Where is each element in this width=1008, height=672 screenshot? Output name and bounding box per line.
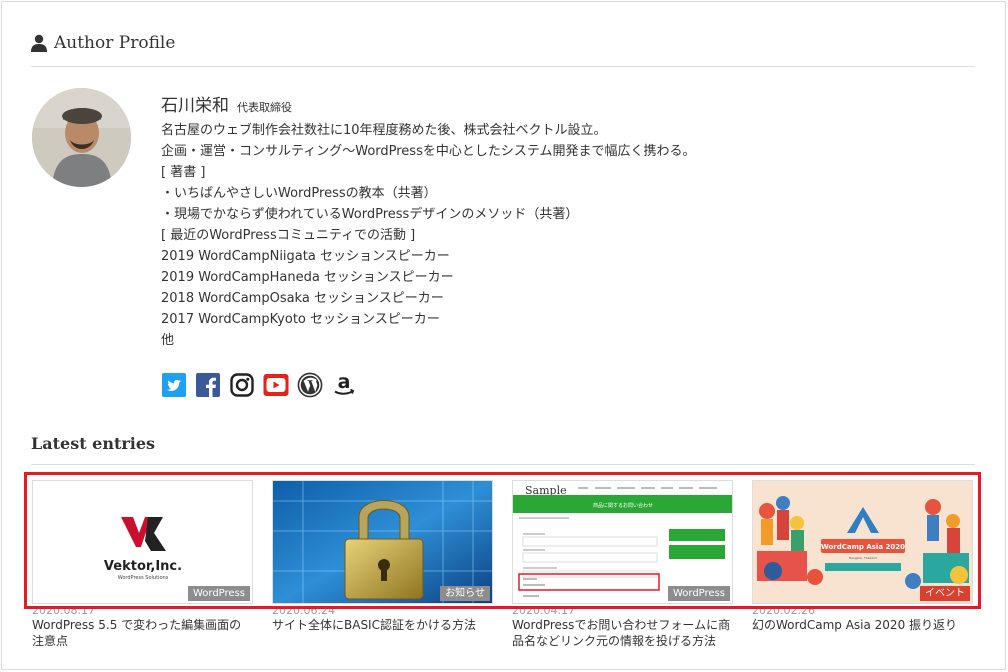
entry-card[interactable]: Vektor,Inc. WordPress Solutions WordPres… [32, 480, 253, 649]
bio-line: [ 最近のWordPressコミュニティでの活動 ] [161, 228, 416, 243]
latest-divider [31, 464, 975, 465]
heading-divider [31, 66, 975, 67]
entry-date: 2020.06.24 [272, 605, 335, 617]
entry-title[interactable]: サイト全体にBASIC認証をかける方法 [272, 617, 493, 633]
facebook-icon[interactable] [195, 372, 221, 398]
bio-line: 2019 WordCampNiigata セッションスピーカー [161, 249, 450, 264]
profile-heading-row: Author Profile [31, 33, 175, 53]
bio-line: ・現場でかならず使われているWordPressデザインのメソッド（共著） [161, 207, 579, 222]
bio-line: 名古屋のウェブ制作会社数社に10年程度務めた後、株式会社ベクトル設立。 [161, 123, 607, 138]
bio-line: 他 [161, 333, 175, 348]
entry-date: 2020.04.17 [512, 605, 575, 617]
twitter-icon[interactable] [161, 372, 187, 398]
entry-card[interactable]: お知らせ 2020.06.24 サイト全体にBASIC認証をかける方法 [272, 480, 493, 633]
author-name-row: 石川栄和 代表取締役 [161, 91, 292, 116]
social-links: a [161, 372, 357, 398]
sample-banner-text: 商品に関するお問い合わせ [593, 502, 653, 509]
wordcamp-place-text: Bangkok, Thailand [849, 556, 877, 560]
user-icon [31, 34, 47, 52]
entry-title[interactable]: WordPressでお問い合わせフォームに商品名などリンク元の情報を投げる方法 [512, 617, 733, 649]
wordpress-icon[interactable] [297, 372, 323, 398]
category-badge[interactable]: イベント [920, 586, 970, 601]
entry-date: 2020.02.26 [752, 605, 815, 617]
bio-line: ・いちばんやさしいWordPressの教本（共著） [161, 186, 437, 201]
author-role: 代表取締役 [237, 101, 292, 114]
profile-heading: Author Profile [54, 33, 176, 53]
latest-entries-heading: Latest entries [31, 434, 156, 453]
wordcamp-banner-text: WordCamp Asia 2020 [821, 543, 905, 551]
amazon-icon[interactable]: a [331, 372, 357, 398]
category-badge[interactable]: WordPress [667, 586, 730, 601]
category-badge[interactable]: WordPress [187, 586, 250, 601]
instagram-icon[interactable] [229, 372, 255, 398]
author-name: 石川栄和 [161, 96, 229, 116]
entry-card[interactable]: WordCamp Asia 2020 Bangkok, Thailand イベン… [752, 480, 973, 633]
entry-thumbnail[interactable]: お知らせ [272, 480, 493, 604]
vektor-logo-text: Vektor,Inc. [104, 559, 182, 574]
bio-line: 2018 WordCampOsaka セッションスピーカー [161, 291, 444, 306]
author-bio: 名古屋のウェブ制作会社数社に10年程度務めた後、株式会社ベクトル設立。 企画・運… [161, 120, 941, 351]
entry-card[interactable]: Sample 商品に関するお問い合わせ WordPress 2020.04.17… [512, 480, 733, 649]
vektor-logo-sub: WordPress Solutions [118, 575, 169, 581]
bio-line: 企画・運営・コンサルティング〜WordPressを中心としたシステム開発まで幅広… [161, 144, 696, 159]
entry-thumbnail[interactable]: Vektor,Inc. WordPress Solutions WordPres… [32, 480, 253, 604]
entry-date: 2020.08.17 [32, 605, 95, 617]
entry-title[interactable]: WordPress 5.5 で変わった編集画面の注意点 [32, 617, 253, 649]
entry-thumbnail[interactable]: WordCamp Asia 2020 Bangkok, Thailand イベン… [752, 480, 973, 604]
entry-title[interactable]: 幻のWordCamp Asia 2020 振り返り [752, 617, 973, 633]
bio-line: [ 著書 ] [161, 165, 206, 180]
author-avatar [32, 88, 131, 187]
bio-line: 2017 WordCampKyoto セッションスピーカー [161, 312, 440, 327]
entry-thumbnail[interactable]: Sample 商品に関するお問い合わせ WordPress [512, 480, 733, 604]
svg-text:a: a [338, 372, 351, 393]
category-badge[interactable]: お知らせ [440, 586, 490, 601]
youtube-icon[interactable] [263, 372, 289, 398]
latest-entries-list: Vektor,Inc. WordPress Solutions WordPres… [32, 480, 973, 650]
bio-line: 2019 WordCampHaneda セッションスピーカー [161, 270, 454, 285]
